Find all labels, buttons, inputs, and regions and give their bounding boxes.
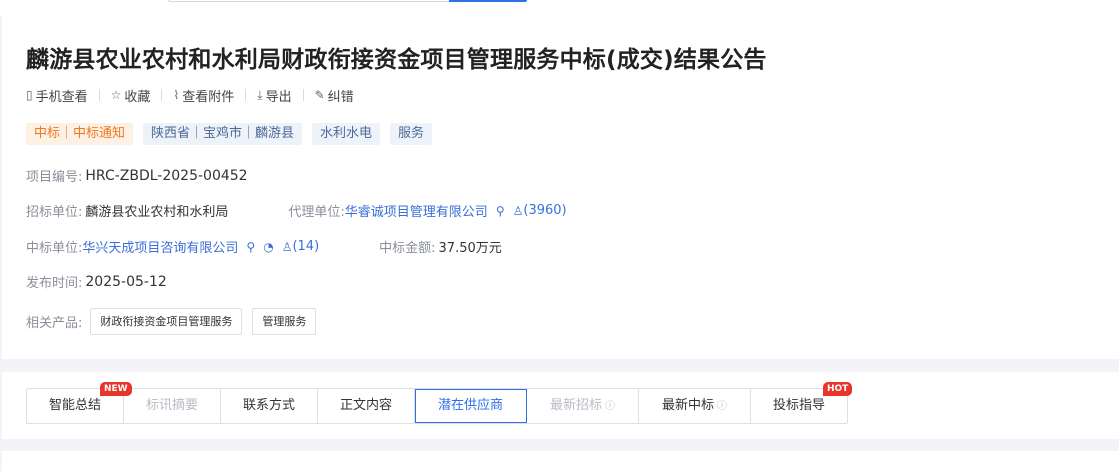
mobile-view-button[interactable]: ▯ 手机查看 — [26, 86, 88, 105]
tab-label: 潜在供应商 — [437, 398, 503, 413]
category-tag[interactable]: 服务 — [390, 123, 433, 145]
pie-chart-icon[interactable]: ◔ — [263, 240, 273, 254]
view-attachments-label: 查看附件 — [182, 89, 235, 105]
location-pin-icon[interactable]: ⚲ — [246, 240, 255, 254]
action-bar: ▯ 手机查看 ☆ 收藏 ⌇ 查看附件 ⤓ 导出 ✎ 纠错 — [26, 86, 354, 105]
export-label: 导出 — [265, 89, 292, 105]
tab-bid-summary[interactable]: 标讯摘要 — [124, 389, 221, 423]
region-tag[interactable]: 陕西省｜宝鸡市｜麟游县 — [143, 123, 303, 145]
winner-count[interactable]: (14) — [292, 239, 319, 254]
product-tag[interactable]: 财政衔接资金项目管理服务 — [90, 308, 243, 335]
help-icon: ⓘ — [717, 401, 727, 412]
publish-date-value: 2025-05-12 — [85, 273, 167, 290]
winner-label: 中标单位: — [26, 241, 83, 256]
publish-date-row: 发布时间: 2025-05-12 — [26, 272, 167, 292]
tab-potential-suppliers[interactable]: 潜在供应商 — [415, 389, 527, 423]
location-pin-icon[interactable]: ⚲ — [496, 204, 505, 218]
industry-tag[interactable]: 水利水电 — [312, 123, 381, 145]
download-icon: ⤓ — [257, 87, 263, 102]
project-number-row: 项目编号: HRC-ZBDL-2025-00452 — [26, 166, 248, 186]
paperclip-icon: ⌇ — [173, 88, 180, 102]
hot-badge: HOT — [823, 382, 853, 396]
tab-label: 投标指导 — [772, 398, 825, 413]
tab-label: 正文内容 — [339, 398, 392, 413]
search-input[interactable] — [168, 0, 450, 2]
mobile-view-label: 手机查看 — [35, 89, 88, 105]
tab-smart-summary[interactable]: 智能总结 NEW — [27, 382, 132, 423]
next-section-card — [2, 451, 1119, 471]
notice-type-tag[interactable]: 中标｜中标通知 — [26, 123, 134, 145]
person-icon[interactable]: ♙ — [282, 240, 293, 254]
export-button[interactable]: ⤓ 导出 — [257, 86, 291, 105]
project-number-value: HRC-ZBDL-2025-00452 — [85, 167, 248, 184]
buyer-label: 招标单位: — [26, 205, 83, 220]
view-attachments-button[interactable]: ⌇ 查看附件 — [173, 86, 234, 105]
tab-label: 联系方式 — [242, 398, 295, 413]
project-number-label: 项目编号: — [26, 170, 83, 185]
star-icon: ☆ — [110, 88, 122, 102]
phone-icon: ▯ — [26, 88, 33, 102]
tab-bid-guidance[interactable]: 投标指导 HOT — [751, 382, 853, 423]
divider — [98, 89, 100, 101]
tag-list: 中标｜中标通知 陕西省｜宝鸡市｜麟游县 水利水电 服务 — [26, 123, 433, 145]
agent-label: 代理单位: — [288, 205, 345, 220]
tab-label: 标讯摘要 — [145, 398, 198, 413]
tab-content[interactable]: 正文内容 — [318, 389, 415, 423]
tab-contact[interactable]: 联系方式 — [221, 389, 318, 423]
publish-date-label: 发布时间: — [26, 276, 83, 291]
tab-latest-tenders[interactable]: 最新招标 ⓘ — [527, 389, 639, 423]
buyer-value: 麟游县农业农村和水利局 — [85, 205, 229, 220]
buyer-agent-row: 招标单位: 麟游县农业农村和水利局 代理单位: 华睿诚项目管理有限公司 ⚲ ♙ … — [26, 201, 567, 220]
tab-label: 智能总结 — [48, 398, 101, 413]
agent-link[interactable]: 华睿诚项目管理有限公司 — [345, 201, 488, 220]
person-icon[interactable]: ♙ — [513, 204, 524, 218]
divider — [161, 89, 163, 101]
page-title: 麟游县农业农村和水利局财政衔接资金项目管理服务中标(成交)结果公告 — [26, 47, 767, 73]
edit-icon: ✎ — [314, 88, 325, 102]
favorite-button[interactable]: ☆ 收藏 — [111, 86, 151, 105]
related-products-label: 相关产品: — [26, 316, 83, 331]
help-icon: ⓘ — [605, 401, 615, 412]
product-tag[interactable]: 管理服务 — [252, 308, 317, 335]
winner-link[interactable]: 华兴天成项目咨询有限公司 — [82, 237, 238, 256]
amount-value: 37.50万元 — [438, 241, 502, 256]
divider — [302, 89, 304, 101]
detail-tabs: 智能总结 NEW 标讯摘要 联系方式 正文内容 潜在供应商 最新招标 ⓘ 最新中标… — [26, 382, 853, 424]
top-search-bar — [0, 0, 1119, 15]
search-button[interactable] — [449, 0, 527, 2]
favorite-label: 收藏 — [124, 89, 151, 105]
divider — [245, 89, 247, 101]
report-error-label: 纠错 — [327, 89, 354, 105]
tab-latest-awards[interactable]: 最新中标 ⓘ — [639, 389, 751, 423]
related-products-row: 相关产品: 财政衔接资金项目管理服务 管理服务 — [26, 308, 326, 335]
tab-label: 最新中标 — [661, 398, 714, 413]
amount-label: 中标金额: — [379, 241, 436, 256]
agent-count[interactable]: (3960) — [523, 203, 566, 218]
winner-amount-row: 中标单位: 华兴天成项目咨询有限公司 ⚲ ◔ ♙ (14) 中标金额: 37.5… — [26, 237, 502, 256]
tab-label: 最新招标 — [549, 398, 602, 413]
report-error-button[interactable]: ✎ 纠错 — [315, 86, 354, 105]
